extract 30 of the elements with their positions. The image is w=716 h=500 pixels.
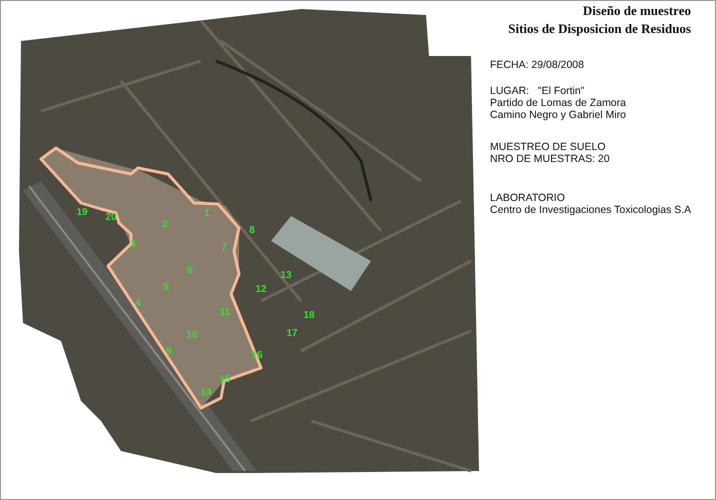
sample-point-label: 13: [280, 270, 292, 281]
sample-point-label: 6: [187, 265, 193, 276]
sample-point-label: 20: [105, 212, 117, 223]
sample-point-label: 19: [76, 207, 88, 218]
sample-point-label: 17: [286, 328, 298, 339]
sample-point-label: 4: [135, 298, 141, 309]
sample-point-label: 11: [220, 307, 230, 318]
sample-point-label: 5: [163, 282, 169, 293]
sample-point-label: 16: [251, 350, 263, 361]
sample-point-label: 3: [130, 239, 136, 250]
sample-point-label: 7: [221, 242, 227, 253]
sample-point-label: 15: [219, 374, 231, 385]
info-text: MUESTREO DE SUELO: [490, 141, 607, 153]
sample-point-label: 12: [255, 284, 267, 295]
sample-point-label: 1: [204, 208, 210, 219]
sample-point-label: 2: [162, 219, 168, 230]
info-text: Camino Negro y Gabriel Miro: [490, 109, 627, 121]
map-title: Sitios de Disposicion de Residuos: [507, 21, 692, 37]
info-text: LABORATORIO: [490, 192, 566, 204]
map-title: Diseño de muestreo: [582, 3, 692, 19]
info-text: Partido de Lomas de Zamora: [490, 97, 627, 109]
info-text: Centro de Investigaciones Toxicologias S.A: [490, 204, 692, 216]
sample-point-label: 14: [200, 387, 212, 398]
info-text: FECHA: 29/08/2008: [490, 59, 585, 71]
sample-point-label: 10: [186, 330, 198, 341]
sample-point-label: 9: [166, 346, 172, 357]
info-text: LUGAR: "El Fortin": [490, 85, 586, 97]
sample-point-label: 8: [249, 225, 255, 236]
sample-point-label: 18: [303, 310, 315, 321]
info-text: NRO DE MUESTRAS: 20: [490, 153, 611, 165]
